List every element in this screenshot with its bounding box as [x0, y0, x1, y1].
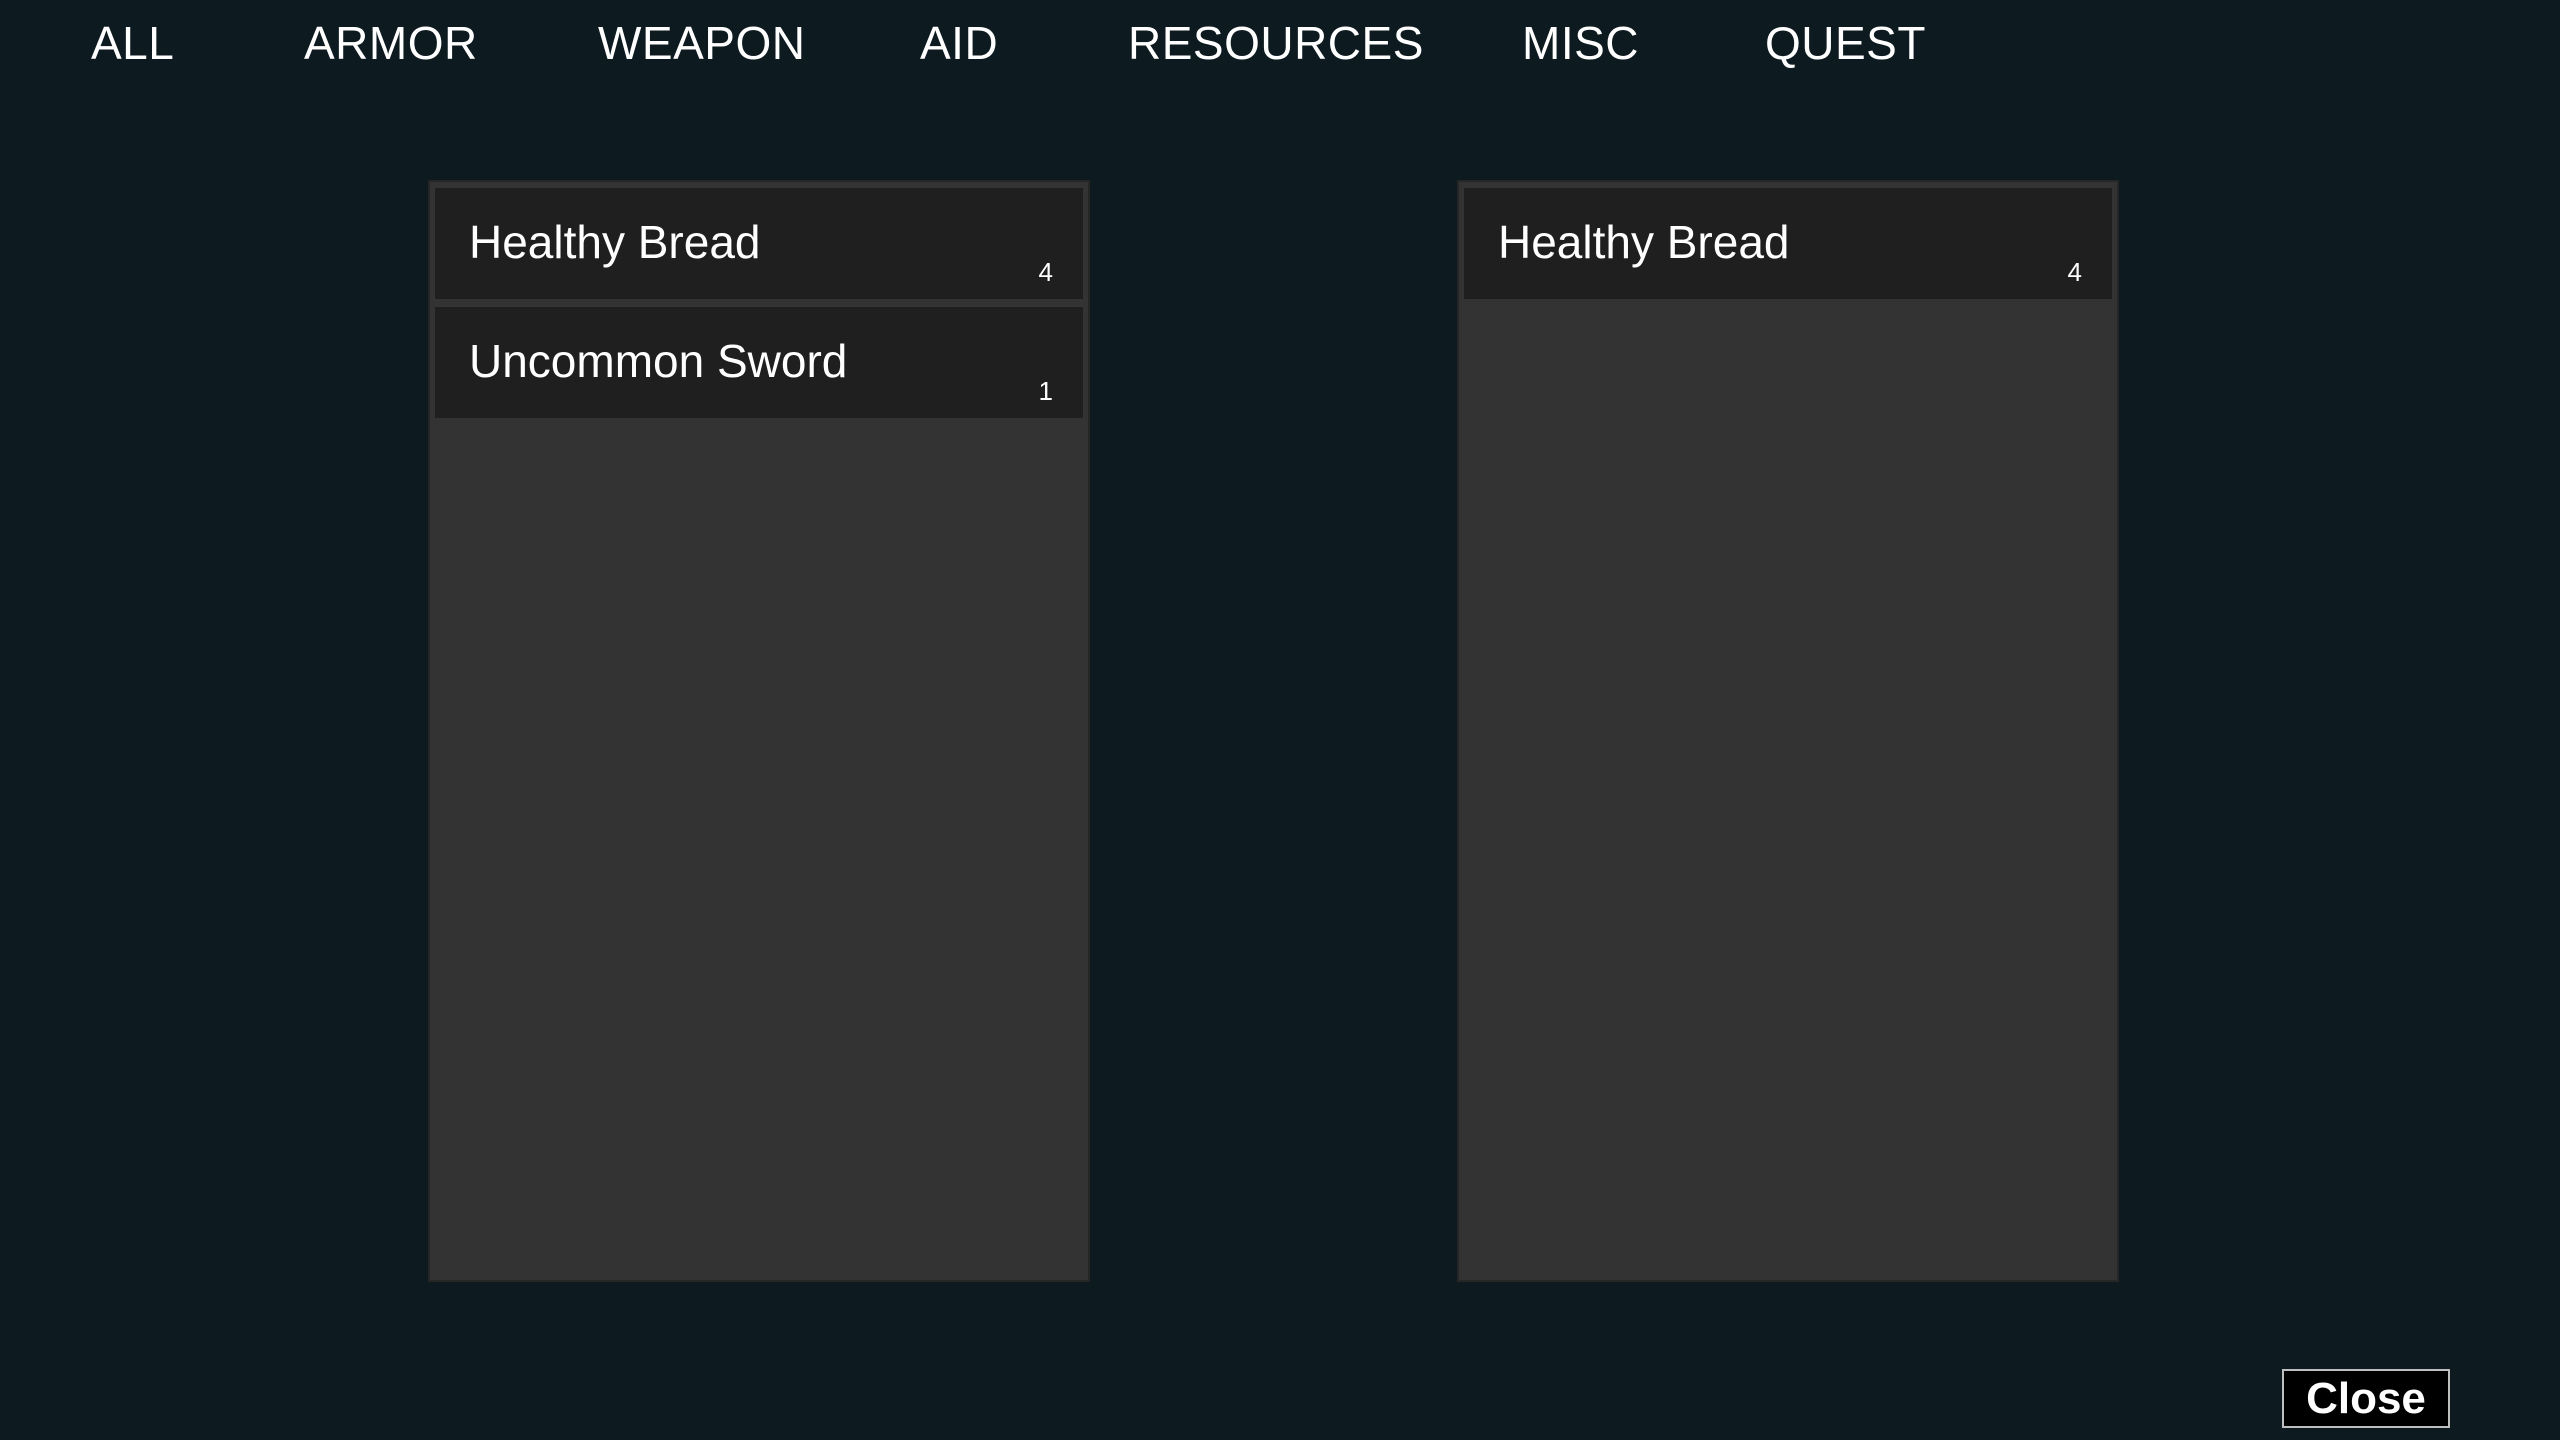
- player-inventory-panel[interactable]: Healthy Bread 4 Uncommon Sword 1: [428, 180, 1090, 1282]
- inventory-item[interactable]: Uncommon Sword 1: [435, 307, 1083, 418]
- item-count: 1: [1038, 376, 1053, 406]
- item-name: Uncommon Sword: [469, 335, 848, 387]
- close-button[interactable]: Close: [2282, 1369, 2450, 1428]
- inventory-item[interactable]: Healthy Bread 4: [435, 188, 1083, 299]
- item-name: Healthy Bread: [469, 216, 761, 268]
- inventory-item[interactable]: Healthy Bread 4: [1464, 188, 2112, 299]
- item-name: Healthy Bread: [1498, 216, 1790, 268]
- container-inventory-panel[interactable]: Healthy Bread 4: [1457, 180, 2119, 1282]
- tab-armor[interactable]: ARMOR: [304, 14, 478, 72]
- item-count: 4: [2067, 257, 2082, 287]
- tab-quest[interactable]: QUEST: [1765, 14, 1926, 72]
- category-tabs: ALL ARMOR WEAPON AID RESOURCES MISC QUES…: [0, 0, 2560, 90]
- tab-misc[interactable]: MISC: [1522, 14, 1639, 72]
- tab-resources[interactable]: RESOURCES: [1128, 14, 1424, 72]
- tab-all[interactable]: ALL: [91, 14, 174, 72]
- inventory-screen: ALL ARMOR WEAPON AID RESOURCES MISC QUES…: [0, 0, 2560, 1440]
- item-count: 4: [1038, 257, 1053, 287]
- tab-aid[interactable]: AID: [920, 14, 998, 72]
- tab-weapon[interactable]: WEAPON: [598, 14, 805, 72]
